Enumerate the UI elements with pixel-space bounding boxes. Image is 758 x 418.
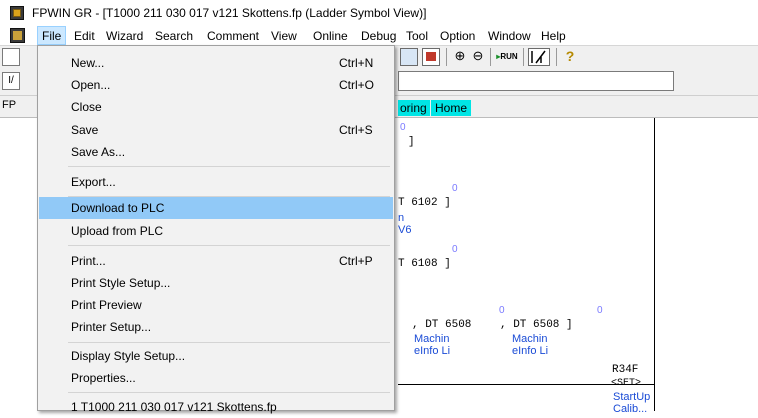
menu-online[interactable]: Online xyxy=(309,27,352,45)
menu-item-print-style-setup[interactable]: Print Style Setup... xyxy=(39,272,393,294)
menu-item-label: 1 T1000 211 030 017 v121 Skottens.fp xyxy=(71,400,277,414)
menu-view[interactable]: View xyxy=(267,27,301,45)
toolbar-left-button[interactable]: I/ xyxy=(2,72,20,90)
menu-item-display-style-setup[interactable]: Display Style Setup... xyxy=(39,345,393,367)
ladder-comment: Machin xyxy=(512,333,548,345)
ladder-operand: , DT 6508 ] xyxy=(500,319,573,331)
toolbar-separator xyxy=(556,48,557,66)
menu-item-label: Close xyxy=(71,100,102,114)
document-icon[interactable] xyxy=(10,28,25,43)
menu-item-label: Open... xyxy=(71,78,111,92)
menu-file[interactable]: File xyxy=(37,26,67,45)
ladder-operand: T 6108 ] xyxy=(398,258,451,270)
coil-comment: StartUp xyxy=(613,391,651,403)
menu-item-download-to-plc[interactable]: Download to PLC xyxy=(39,197,393,219)
menu-item-print[interactable]: Print... Ctrl+P xyxy=(39,250,393,272)
menu-item-save-as[interactable]: Save As... xyxy=(39,141,393,163)
plug-icon[interactable]: ⊕ xyxy=(452,48,468,66)
app-icon[interactable] xyxy=(10,6,24,20)
instruction-glyph-icon xyxy=(531,50,546,64)
menu-item-label: Export... xyxy=(71,175,116,189)
ladder-index: 0 xyxy=(597,305,603,316)
menu-item-label: Properties... xyxy=(71,371,136,385)
monitor-icon[interactable] xyxy=(422,48,440,66)
menu-item-save[interactable]: Save Ctrl+S xyxy=(39,119,393,141)
menu-help[interactable]: Help xyxy=(537,27,570,45)
coil-address: R34F xyxy=(612,364,639,376)
ladder-comment: V6 xyxy=(398,224,412,236)
ladder-comment: eInfo Li xyxy=(414,345,451,357)
set-instruction: <SET> xyxy=(611,378,642,389)
menu-separator xyxy=(68,392,390,393)
menu-item-shortcut: Ctrl+O xyxy=(339,78,375,92)
menu-item-shortcut: Ctrl+N xyxy=(339,56,374,70)
menu-item-print-preview[interactable]: Print Preview xyxy=(39,294,393,316)
menu-item-label: Printer Setup... xyxy=(71,320,152,334)
unplug-icon[interactable]: ⊖ xyxy=(470,48,486,66)
new-file-icon[interactable] xyxy=(2,48,20,66)
menu-debug[interactable]: Debug xyxy=(357,27,400,45)
instruction-icon[interactable] xyxy=(528,48,550,66)
menu-item-label: Save xyxy=(71,123,99,137)
menu-item-label: Save As... xyxy=(71,145,126,159)
menu-item-label: Print Style Setup... xyxy=(71,276,171,290)
menu-edit[interactable]: Edit xyxy=(70,27,99,45)
menu-item-label: Print Preview xyxy=(71,298,142,312)
ladder-operand: T 6102 ] xyxy=(398,197,451,209)
menu-item-printer-setup[interactable]: Printer Setup... xyxy=(39,316,393,338)
toolbar-separator xyxy=(490,48,491,66)
tab-home[interactable]: Home xyxy=(431,100,472,116)
menu-item-recent-file[interactable]: 1 T1000 211 030 017 v121 Skottens.fp xyxy=(39,396,393,418)
ladder-operand: , DT 6508 xyxy=(412,319,472,331)
ladder-index: 0 xyxy=(499,305,505,316)
file-menu-dropdown: New... Ctrl+N Open... Ctrl+O Close Save … xyxy=(37,45,395,414)
view-toggle-icon[interactable] xyxy=(400,48,418,66)
right-power-rail xyxy=(654,118,655,411)
menu-window[interactable]: Window xyxy=(484,27,535,45)
run-mode-button[interactable]: ▸RUN xyxy=(495,48,519,66)
run-label: RUN xyxy=(500,52,518,61)
ladder-comment: eInfo Li xyxy=(512,345,549,357)
menu-tool[interactable]: Tool xyxy=(402,27,432,45)
ladder-index: 0 xyxy=(452,244,458,255)
menu-item-shortcut: Ctrl+S xyxy=(339,123,373,137)
menu-separator xyxy=(68,342,390,343)
ladder-index: 0 xyxy=(452,183,458,194)
menu-item-properties[interactable]: Properties... xyxy=(39,367,393,389)
menu-item-label: Download to PLC xyxy=(71,201,165,215)
menu-item-shortcut: Ctrl+P xyxy=(339,254,373,268)
coil-comment: Calib... xyxy=(613,403,648,415)
tab-monitoring[interactable]: oring xyxy=(398,100,430,116)
toolbar-separator xyxy=(523,48,524,66)
window-title: FPWIN GR - [T1000 211 030 017 v121 Skott… xyxy=(32,6,427,20)
menu-wizard[interactable]: Wizard xyxy=(102,27,147,45)
menu-item-new[interactable]: New... Ctrl+N xyxy=(39,52,393,74)
menu-item-open[interactable]: Open... Ctrl+O xyxy=(39,74,393,96)
menu-item-label: Print... xyxy=(71,254,106,268)
ladder-index: 0 xyxy=(400,122,406,133)
menu-item-upload-from-plc[interactable]: Upload from PLC xyxy=(39,220,393,242)
tab-fp[interactable]: FP xyxy=(2,99,16,111)
ladder-comment: n xyxy=(398,212,405,224)
toolbar-separator xyxy=(446,48,447,66)
menu-separator xyxy=(68,166,390,167)
menu-item-label: Display Style Setup... xyxy=(71,349,186,363)
menu-item-export[interactable]: Export... xyxy=(39,171,393,193)
menu-item-label: New... xyxy=(71,56,105,70)
menu-separator xyxy=(68,245,390,246)
menu-option[interactable]: Option xyxy=(436,27,479,45)
help-icon[interactable]: ? xyxy=(562,48,578,66)
menu-comment[interactable]: Comment xyxy=(203,27,263,45)
menu-search[interactable]: Search xyxy=(151,27,197,45)
menu-item-close[interactable]: Close xyxy=(39,96,393,118)
ladder-comment: Machin xyxy=(414,333,450,345)
menu-item-label: Upload from PLC xyxy=(71,224,164,238)
ladder-operand: ] xyxy=(408,136,415,148)
comment-input[interactable] xyxy=(398,71,674,91)
